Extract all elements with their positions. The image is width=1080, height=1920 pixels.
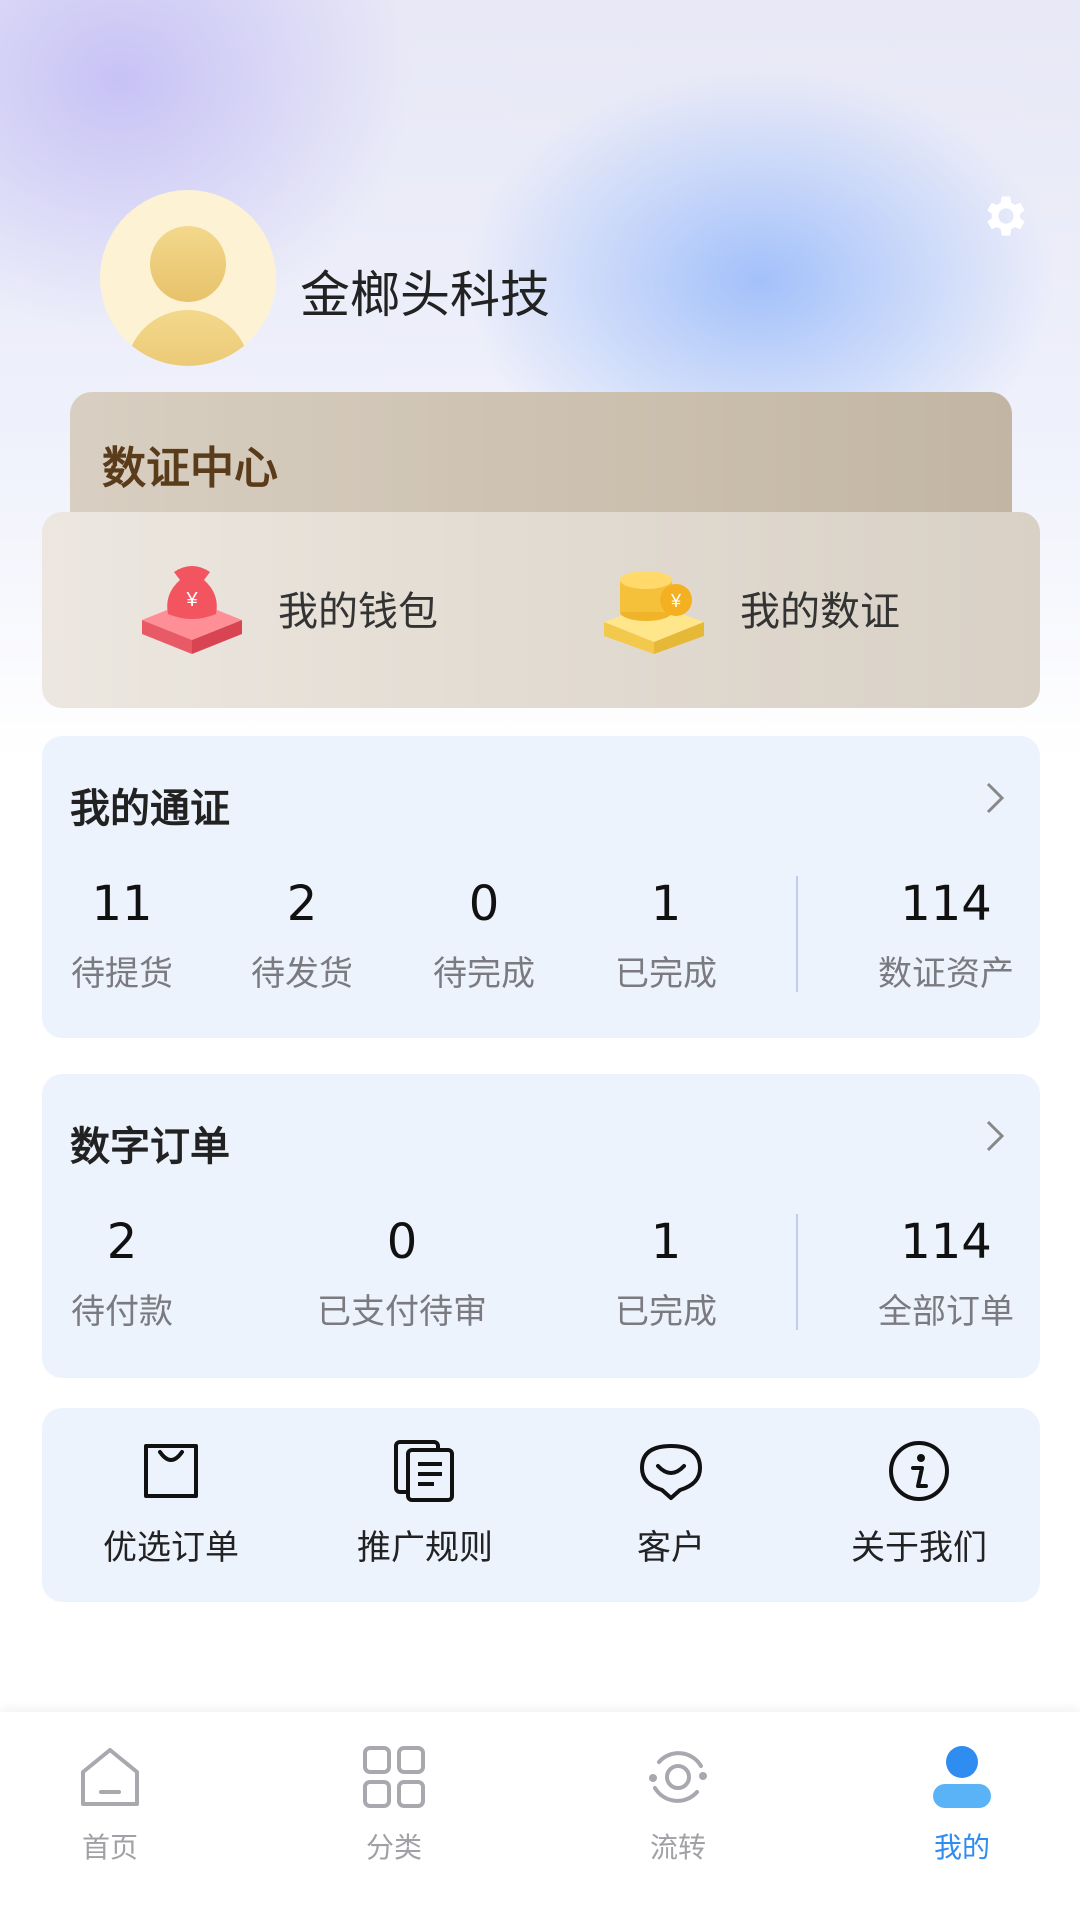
stat-pending-complete[interactable]: 0 待完成 <box>404 876 564 995</box>
certificate-label: 我的数证 <box>740 589 900 635</box>
divider <box>796 876 798 992</box>
stat-value: 1 <box>650 876 682 932</box>
avatar[interactable] <box>100 190 276 366</box>
stat-value: 0 <box>386 1214 418 1270</box>
stat-paid-pending-review[interactable]: 0 已支付待审 <box>292 1214 512 1333</box>
cycle-icon <box>649 1751 707 1803</box>
home-icon <box>81 1748 139 1806</box>
stat-label: 全部订单 <box>878 1292 1014 1332</box>
shopping-bag-icon <box>144 1444 198 1498</box>
tab-label: 流转 <box>649 1831 706 1864</box>
stat-label: 数证资产 <box>878 954 1014 994</box>
service-about-us[interactable]: 关于我们 <box>826 1438 1012 1569</box>
grid-icon <box>363 1746 425 1808</box>
stat-value: 1 <box>650 1214 682 1270</box>
service-selected-orders[interactable]: 优选订单 <box>78 1438 264 1569</box>
stat-completed[interactable]: 1 已完成 <box>586 876 746 995</box>
orders-title: 数字订单 <box>70 1124 230 1170</box>
divider <box>796 1214 798 1330</box>
chat-smile-icon <box>640 1444 702 1500</box>
service-label: 优选订单 <box>103 1528 239 1568</box>
username: 金榔头科技 <box>300 266 550 324</box>
stat-value: 0 <box>468 876 500 932</box>
tab-mine[interactable]: 我的 <box>892 1742 1032 1866</box>
gear-icon[interactable] <box>978 190 1030 242</box>
tab-category[interactable]: 分类 <box>324 1742 464 1866</box>
coin-stack-icon: ¥ <box>604 571 704 654</box>
wallet-label: 我的钱包 <box>278 589 438 635</box>
chevron-right-icon[interactable] <box>980 778 1010 818</box>
info-icon <box>889 1441 949 1501</box>
stat-label: 待付款 <box>71 1292 173 1332</box>
stat-all-orders[interactable]: 114 全部订单 <box>856 1214 1036 1333</box>
stat-value: 2 <box>286 876 318 932</box>
stat-label: 已完成 <box>615 954 717 994</box>
stat-pending-payment[interactable]: 2 待付款 <box>42 1214 202 1333</box>
certificate-entry[interactable]: ¥ 我的数证 <box>596 548 900 668</box>
vault-title: 数证中心 <box>102 443 278 494</box>
person-icon <box>933 1746 991 1808</box>
services-card: 优选订单 推广规则 客户 关于我们 <box>42 1408 1040 1602</box>
avatar-head <box>150 226 226 302</box>
vault-header: 数证中心 <box>70 392 1012 532</box>
bottom-tab-bar: 首页 分类 流转 我的 <box>0 1712 1080 1920</box>
service-customers[interactable]: 客户 <box>578 1438 764 1569</box>
stat-pending-pickup[interactable]: 11 待提货 <box>42 876 202 995</box>
passes-title: 我的通证 <box>70 786 230 832</box>
vault-card: ¥ 我的钱包 ¥ 我的数证 <box>42 512 1040 708</box>
wallet-entry[interactable]: ¥ 我的钱包 <box>134 548 438 668</box>
stat-label: 已支付待审 <box>317 1292 487 1332</box>
orders-card: 数字订单 2 待付款 0 已支付待审 1 已完成 114 全部订单 <box>42 1074 1040 1378</box>
service-label: 推广规则 <box>357 1528 493 1568</box>
tab-home[interactable]: 首页 <box>40 1742 180 1866</box>
passes-card: 我的通证 11 待提货 2 待发货 0 待完成 1 已完成 114 数证资产 <box>42 736 1040 1038</box>
tab-label: 首页 <box>81 1831 138 1864</box>
svg-text:¥: ¥ <box>670 591 682 611</box>
stat-label: 已完成 <box>615 1292 717 1332</box>
svg-text:¥: ¥ <box>185 589 198 611</box>
tab-label: 我的 <box>933 1831 990 1864</box>
service-label: 客户 <box>637 1528 705 1568</box>
documents-icon <box>394 1440 454 1502</box>
stat-value: 2 <box>106 1214 138 1270</box>
avatar-body <box>126 310 250 366</box>
stat-label: 待发货 <box>251 954 353 994</box>
stat-value: 114 <box>900 1214 992 1270</box>
money-bag-icon: ¥ <box>142 566 242 654</box>
stat-certificate-assets[interactable]: 114 数证资产 <box>856 876 1036 995</box>
tab-label: 分类 <box>365 1831 422 1864</box>
stat-label: 待提货 <box>71 954 173 994</box>
stat-value: 114 <box>900 876 992 932</box>
service-promotion-rules[interactable]: 推广规则 <box>332 1438 518 1569</box>
stat-completed[interactable]: 1 已完成 <box>586 1214 746 1333</box>
stat-label: 待完成 <box>433 954 535 994</box>
tab-circulation[interactable]: 流转 <box>608 1742 748 1866</box>
stat-value: 11 <box>91 876 153 932</box>
chevron-right-icon[interactable] <box>980 1116 1010 1156</box>
service-label: 关于我们 <box>851 1528 987 1568</box>
stat-pending-shipment[interactable]: 2 待发货 <box>222 876 382 995</box>
